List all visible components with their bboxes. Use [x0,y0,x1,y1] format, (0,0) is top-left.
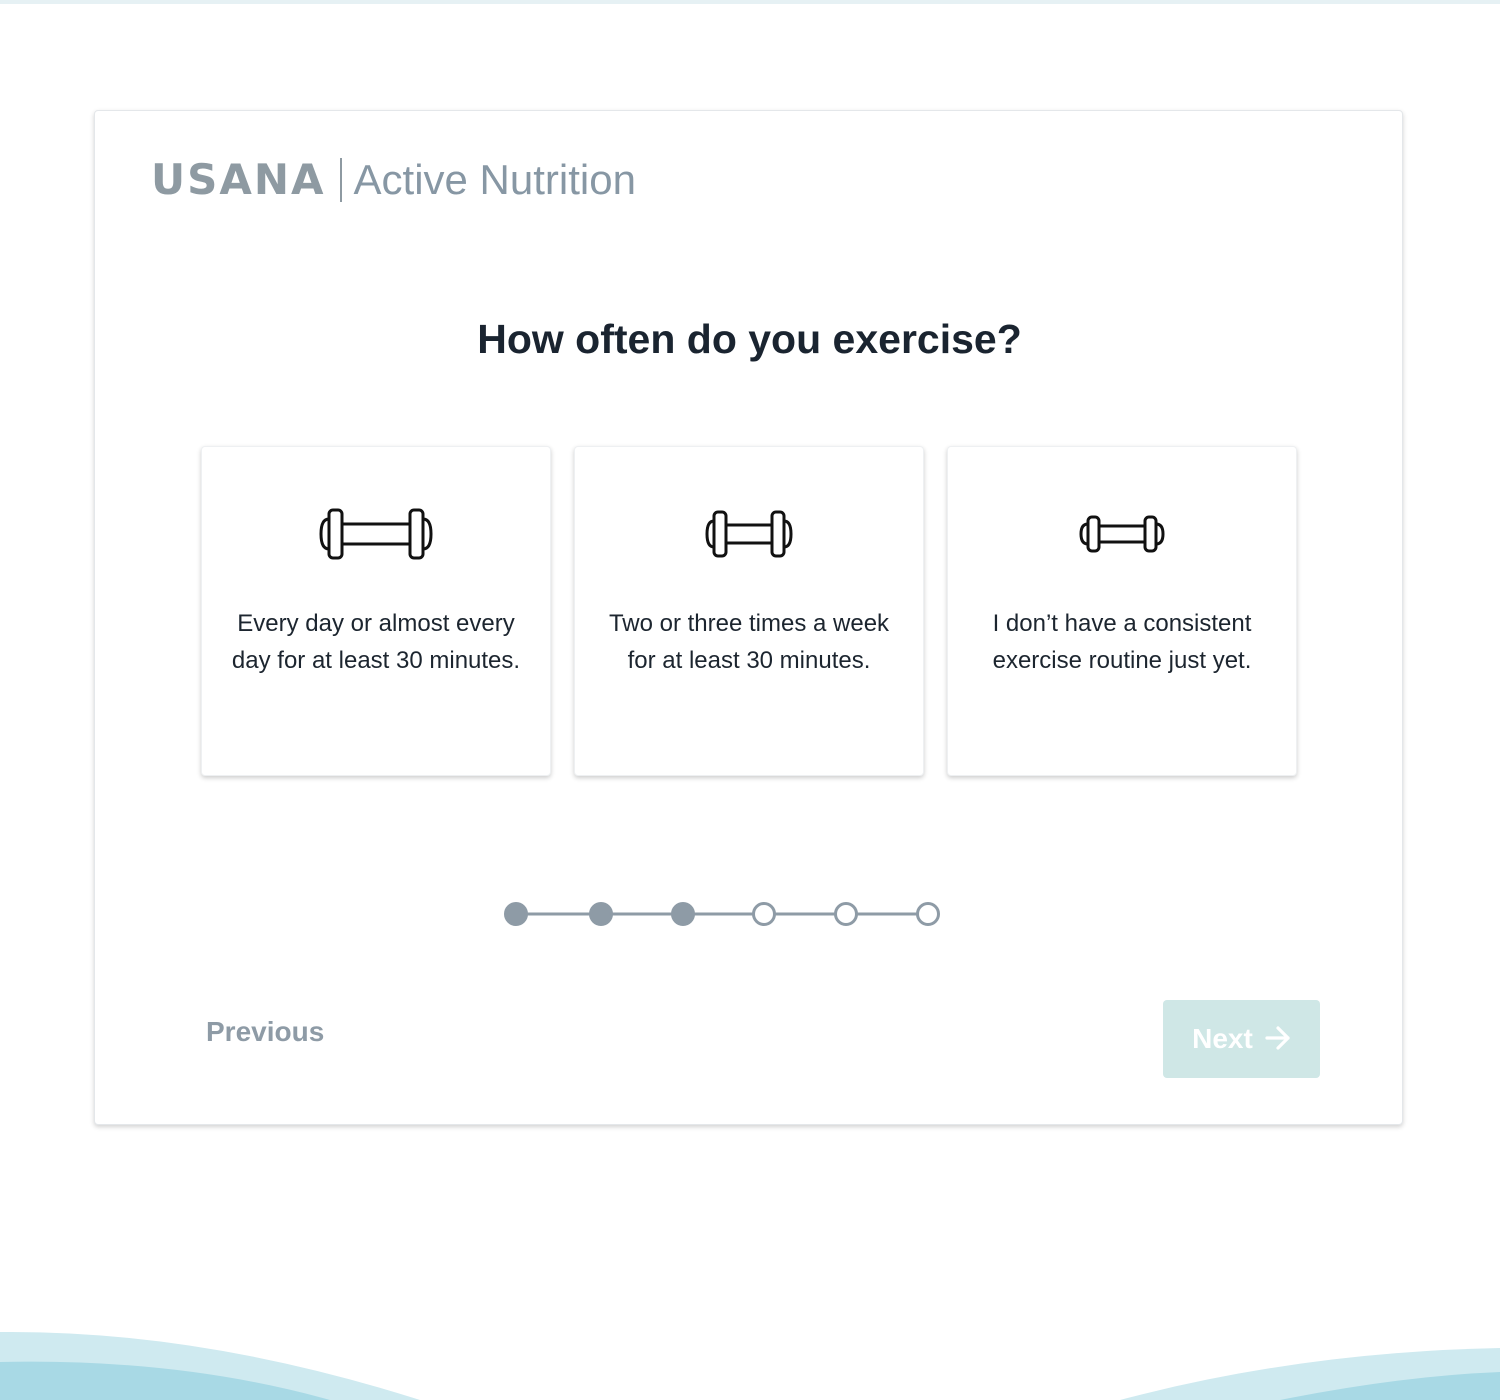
question-title: How often do you exercise? [477,316,1022,362]
option-no-routine[interactable]: I don’t have a consistent exercise routi… [947,446,1297,776]
option-every-day[interactable]: Every day or almost every day for at lea… [201,446,551,776]
previous-button[interactable]: Previous [206,1016,324,1048]
dumbbell-medium-icon [575,499,923,569]
decorative-waves [0,1331,1500,1400]
step-progress-indicator [491,889,951,939]
option-two-three-times[interactable]: Two or three times a week for at least 3… [574,446,924,776]
progress-step-pending [834,902,858,926]
next-button-label: Next [1192,1023,1253,1054]
progress-step-completed [504,902,528,926]
quiz-card: USANA Active Nutrition How often do you … [94,110,1403,1125]
progress-step-completed [589,902,613,926]
option-label: I don’t have a consistent exercise routi… [992,610,1252,674]
progress-step-pending [916,902,940,926]
brand-header: USANA Active Nutrition [151,157,636,203]
answer-options: Every day or almost every day for at lea… [201,446,1298,776]
brand-subtitle: Active Nutrition [353,156,636,203]
progress-step-completed [671,902,695,926]
top-accent-line [0,0,1500,4]
arrow-right-icon [1265,1025,1291,1053]
option-label: Two or three times a week for at least 3… [608,610,890,674]
dumbbell-large-icon [202,499,550,569]
dumbbell-small-icon [948,499,1296,569]
usana-logo: USANA [151,155,326,204]
option-label: Every day or almost every day for at lea… [231,610,521,674]
progress-step-pending [752,902,776,926]
progress-track [504,902,940,926]
next-button[interactable]: Next [1163,1000,1320,1078]
brand-divider [339,158,342,202]
